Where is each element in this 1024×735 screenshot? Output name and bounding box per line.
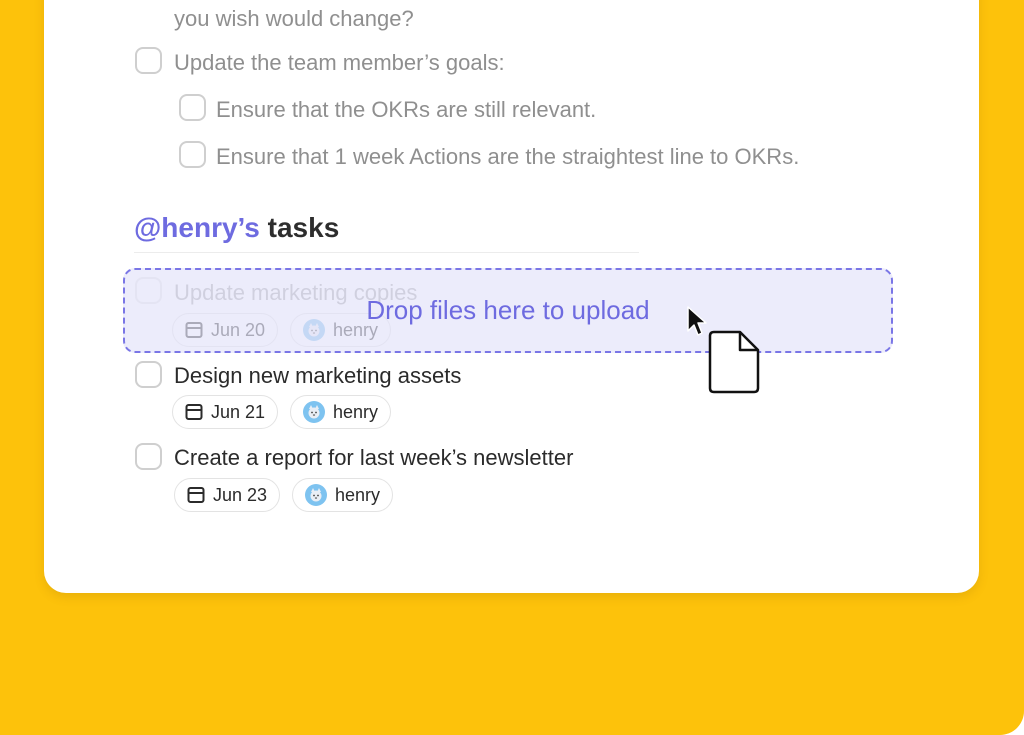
avatar-icon xyxy=(305,484,327,506)
checkbox[interactable] xyxy=(135,47,162,74)
divider xyxy=(134,252,639,253)
checkbox[interactable] xyxy=(179,141,206,168)
file-icon xyxy=(708,330,760,394)
section-heading: @henry’s tasks xyxy=(134,211,339,245)
checklist-subitem-text: Ensure that 1 week Actions are the strai… xyxy=(216,144,800,169)
due-date-text: Jun 23 xyxy=(213,484,268,505)
task-label: Create a report for last week’s newslett… xyxy=(174,445,574,470)
section-heading-text: tasks xyxy=(259,212,340,243)
checkbox[interactable] xyxy=(135,361,162,388)
arrow-cursor-icon xyxy=(687,306,707,336)
file-dropzone[interactable]: Drop files here to upload xyxy=(123,268,893,353)
page-background: you wish would change? Update the team m… xyxy=(0,0,1024,735)
due-date-chip[interactable]: Jun 21 xyxy=(172,395,279,429)
assignee-name: henry xyxy=(333,401,379,422)
checklist-item-text: Update the team member’s goals: xyxy=(174,50,505,75)
checklist-item-text: you wish would change? xyxy=(174,6,414,31)
dropzone-label: Drop files here to upload xyxy=(366,295,650,325)
due-date-text: Jun 21 xyxy=(211,401,266,422)
assignee-name: henry xyxy=(335,484,381,505)
due-date-chip[interactable]: Jun 23 xyxy=(174,478,281,512)
avatar-icon xyxy=(303,401,325,423)
assignee-chip[interactable]: henry xyxy=(290,395,392,429)
user-mention[interactable]: @henry’s xyxy=(134,212,260,243)
checkbox[interactable] xyxy=(179,94,206,121)
calendar-icon xyxy=(185,404,203,420)
calendar-icon xyxy=(187,487,205,503)
assignee-chip[interactable]: henry xyxy=(292,478,394,512)
task-label: Design new marketing assets xyxy=(174,363,462,388)
checkbox[interactable] xyxy=(135,443,162,470)
checklist-subitem-text: Ensure that the OKRs are still relevant. xyxy=(216,97,597,122)
